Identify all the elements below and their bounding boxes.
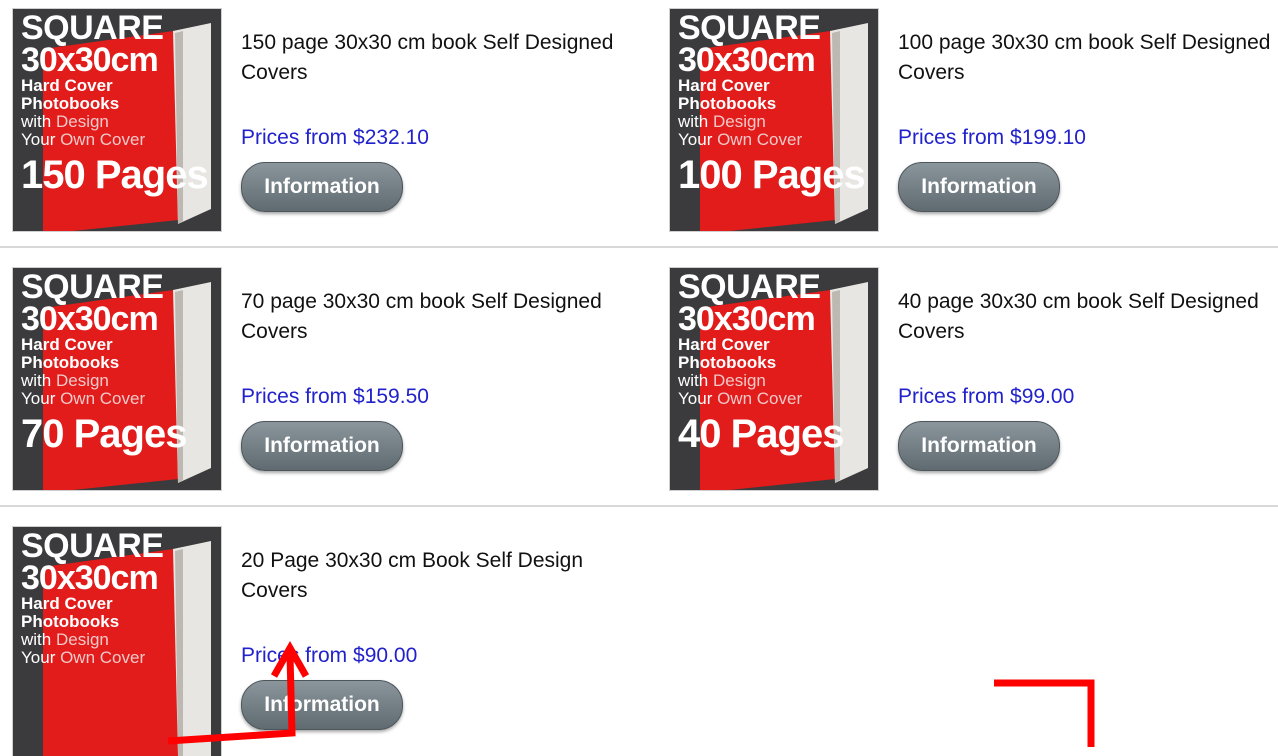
product-price[interactable]: Prices from $159.50 (241, 385, 429, 409)
product-price[interactable]: Prices from $99.00 (898, 385, 1074, 409)
product-thumbnail[interactable]: SQUARE 30x30cm Hard Cover Photobooks wit… (12, 526, 222, 756)
product-price[interactable]: Prices from $199.10 (898, 126, 1086, 150)
row-divider (0, 246, 1278, 248)
product-title[interactable]: 100 page 30x30 cm book Self Designed Cov… (898, 28, 1278, 88)
information-button[interactable]: Information (898, 421, 1060, 471)
thumbnail-text: SQUARE 30x30cm Hard Cover Photobooks wit… (21, 268, 187, 456)
information-button[interactable]: Information (898, 162, 1060, 212)
product-price[interactable]: Prices from $232.10 (241, 126, 429, 150)
product-thumbnail[interactable]: SQUARE 30x30cm Hard Cover Photobooks wit… (12, 8, 222, 232)
product-thumbnail[interactable]: SQUARE 30x30cm Hard Cover Photobooks wit… (669, 8, 879, 232)
product-price[interactable]: Prices from $90.00 (241, 644, 417, 668)
thumbnail-text: SQUARE 30x30cm Hard Cover Photobooks wit… (678, 268, 844, 456)
product-title[interactable]: 70 page 30x30 cm book Self Designed Cove… (241, 287, 621, 347)
product-card-40: SQUARE 30x30cm Hard Cover Photobooks wit… (657, 259, 1278, 491)
product-card-100: SQUARE 30x30cm Hard Cover Photobooks wit… (657, 0, 1278, 232)
product-title[interactable]: 150 page 30x30 cm book Self Designed Cov… (241, 28, 621, 88)
product-card-70: SQUARE 30x30cm Hard Cover Photobooks wit… (0, 259, 621, 491)
product-card-20: SQUARE 30x30cm Hard Cover Photobooks wit… (0, 518, 621, 756)
product-row-3: SQUARE 30x30cm Hard Cover Photobooks wit… (0, 518, 1278, 756)
product-row-1: SQUARE 30x30cm Hard Cover Photobooks wit… (0, 0, 1278, 250)
product-thumbnail[interactable]: SQUARE 30x30cm Hard Cover Photobooks wit… (12, 267, 222, 491)
product-title[interactable]: 40 page 30x30 cm book Self Designed Cove… (898, 287, 1278, 347)
thumbnail-text: SQUARE 30x30cm Hard Cover Photobooks wit… (678, 9, 866, 197)
row-divider (0, 505, 1278, 507)
thumbnail-text: SQUARE 30x30cm Hard Cover Photobooks wit… (21, 9, 209, 197)
information-button[interactable]: Information (241, 162, 403, 212)
product-thumbnail[interactable]: SQUARE 30x30cm Hard Cover Photobooks wit… (669, 267, 879, 491)
information-button[interactable]: Information (241, 680, 403, 730)
information-button[interactable]: Information (241, 421, 403, 471)
product-card-150: SQUARE 30x30cm Hard Cover Photobooks wit… (0, 0, 621, 232)
product-row-2: SQUARE 30x30cm Hard Cover Photobooks wit… (0, 259, 1278, 509)
product-title[interactable]: 20 Page 30x30 cm Book Self Design Covers (241, 546, 621, 606)
thumbnail-text: SQUARE 30x30cm Hard Cover Photobooks wit… (21, 527, 164, 667)
